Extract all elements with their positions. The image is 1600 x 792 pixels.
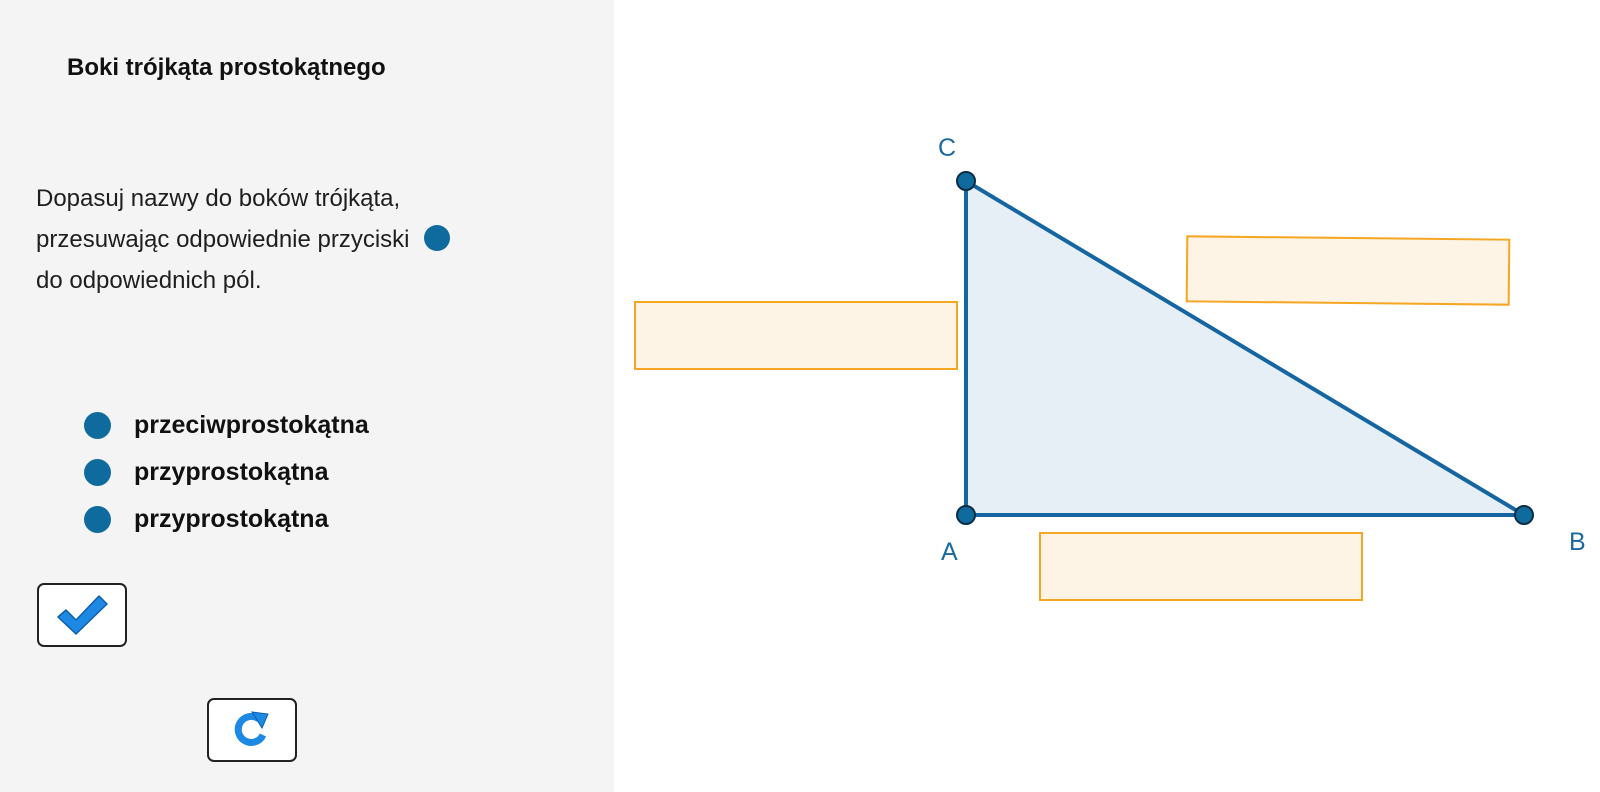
- triangle-abc: [964, 179, 1526, 517]
- option-label: przyprostokątna: [134, 505, 329, 533]
- vertex-point-c: [956, 171, 976, 191]
- vertex-label-b: B: [1569, 528, 1586, 556]
- handle-dot-icon: [423, 224, 450, 251]
- triangle-diagram: [956, 171, 1534, 525]
- option-leg-2[interactable]: przyprostokątna: [84, 496, 369, 543]
- instruction-line-1: Dopasuj nazwy do boków trójkąta,: [36, 185, 401, 212]
- answer-options: przeciwprostokątna przyprostokątna przyp…: [84, 402, 369, 543]
- geometry-canvas: C A B: [614, 0, 1600, 792]
- dropzone-side-ab[interactable]: [1039, 532, 1363, 601]
- drag-handle[interactable]: [84, 459, 111, 486]
- instruction-line-2: przesuwając odpowiednie przyciski: [36, 219, 556, 260]
- check-button[interactable]: [37, 583, 127, 647]
- dropzone-side-bc[interactable]: [1185, 235, 1511, 306]
- option-label: przyprostokątna: [134, 458, 329, 486]
- checkmark-icon: [57, 595, 108, 635]
- left-panel: Boki trójkąta prostokątnego Dopasuj nazw…: [0, 0, 614, 792]
- instruction-line-2-text: przesuwając odpowiednie przyciski: [36, 226, 410, 253]
- dropzone-side-ac[interactable]: [634, 301, 958, 370]
- drag-handle[interactable]: [84, 506, 111, 533]
- option-hypotenuse[interactable]: przeciwprostokątna: [84, 402, 369, 449]
- vertex-label-a: A: [941, 538, 958, 566]
- vertex-label-c: C: [938, 134, 957, 162]
- reset-button[interactable]: [207, 698, 297, 762]
- instruction-line-3: do odpowiednich pól.: [36, 267, 262, 294]
- instruction-text: Dopasuj nazwy do boków trójkąta, przesuw…: [36, 178, 556, 301]
- vertex-point-b: [1514, 505, 1534, 525]
- vertex-point-a: [956, 505, 976, 525]
- option-label: przeciwprostokątna: [134, 411, 369, 439]
- redo-icon: [234, 711, 269, 746]
- drag-handle[interactable]: [84, 412, 111, 439]
- option-leg-1[interactable]: przyprostokątna: [84, 449, 369, 496]
- page-title: Boki trójkąta prostokątnego: [67, 54, 386, 81]
